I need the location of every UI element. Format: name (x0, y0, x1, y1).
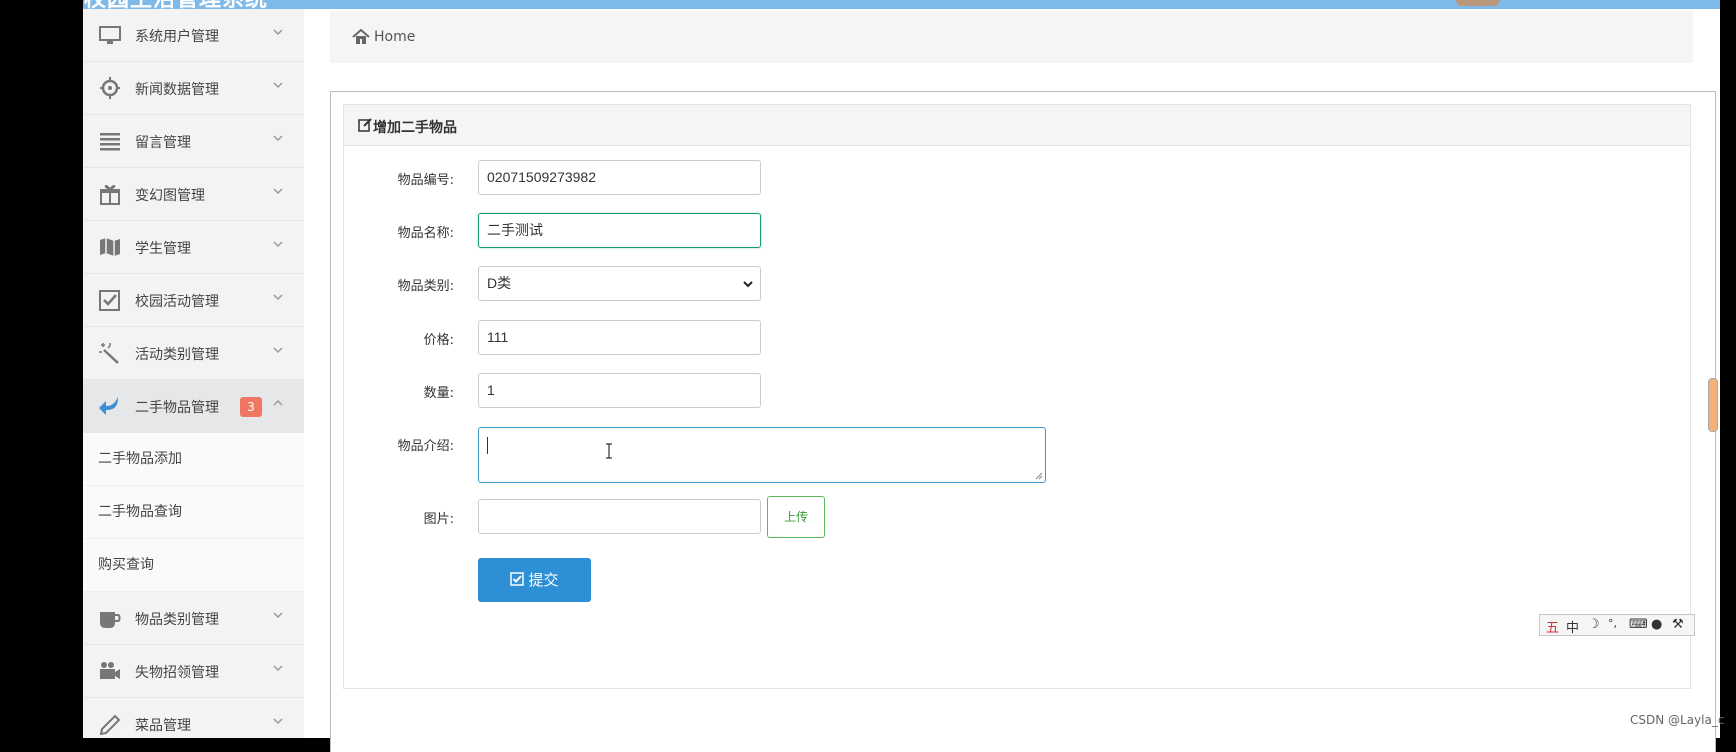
chevron-up-icon (273, 399, 283, 406)
chevron-down-icon (273, 294, 283, 301)
quantity-label: 数量: (423, 386, 454, 401)
submenu-item-purchase-query[interactable]: 购买查询 (83, 539, 304, 592)
punctuation-icon[interactable]: °, (1608, 617, 1617, 630)
submit-button[interactable]: 提交 (478, 558, 591, 602)
description-label: 物品介绍: (397, 439, 454, 454)
ime-mode-icon[interactable]: 五 (1546, 617, 1559, 636)
submit-label: 提交 (528, 571, 559, 589)
monitor-icon (99, 26, 121, 44)
description-textarea[interactable] (478, 427, 1046, 483)
home-icon (352, 29, 370, 44)
chevron-down-icon (273, 188, 283, 195)
watermark: CSDN @Layla_c (1630, 713, 1725, 727)
cup-icon (100, 612, 121, 628)
submenu-item-query[interactable]: 二手物品查询 (83, 486, 304, 539)
chevron-down-icon (743, 281, 753, 288)
sidebar-item-label: 变幻图管理 (135, 188, 205, 204)
sidebar-item-label: 学生管理 (135, 241, 191, 257)
resize-handle-icon[interactable] (1034, 471, 1043, 480)
check-square-icon (510, 572, 525, 586)
quantity-input[interactable]: 1 (478, 373, 761, 408)
panel-title: 增加二手物品 (373, 120, 457, 136)
chevron-down-icon (273, 135, 283, 142)
ibeam-cursor-icon (606, 443, 612, 459)
item-name-input[interactable]: 二手测试 (478, 213, 761, 248)
chevron-down-icon (273, 347, 283, 354)
map-icon (100, 238, 120, 256)
sidebar-item-user-management[interactable]: 系统用户管理 (83, 9, 304, 62)
main-content: Home 增加二手物品 物品编号: 02071509273982 物品名称: 二… (304, 9, 1720, 752)
ime-lang-toggle[interactable]: 中 (1566, 617, 1579, 636)
image-path-input[interactable] (478, 499, 761, 534)
sidebar-item-label: 校园活动管理 (135, 294, 219, 310)
sidebar-item-label: 物品类别管理 (135, 612, 219, 628)
price-input[interactable]: 111 (478, 320, 761, 355)
sidebar-item-label: 菜品管理 (135, 718, 191, 734)
sidebar-item-label: 系统用户管理 (135, 29, 219, 45)
sidebar-item-lost-found[interactable]: 失物招领管理 (83, 645, 304, 698)
sidebar-item-label: 二手物品管理 (135, 400, 219, 416)
sidebar-item-label: 活动类别管理 (135, 347, 219, 363)
video-icon (100, 662, 120, 679)
sidebar: 系统用户管理 新闻数据管理 留言管理 变幻图管理 学生管理 校园活动管理 活动类… (83, 9, 304, 738)
item-code-label: 物品编号: (397, 173, 454, 188)
checkbox-icon (99, 290, 120, 311)
chevron-down-icon (273, 665, 283, 672)
avatar[interactable] (1456, 0, 1500, 6)
chevron-down-icon (273, 82, 283, 89)
chevron-down-icon (273, 718, 283, 725)
sidebar-item-messages[interactable]: 留言管理 (83, 115, 304, 168)
text-caret (487, 437, 488, 454)
crosshair-icon (100, 77, 120, 99)
upload-button[interactable]: 上传 (767, 496, 825, 538)
item-category-value: D类 (487, 275, 512, 291)
breadcrumb: Home (330, 11, 1693, 63)
image-label: 图片: (423, 512, 454, 527)
sidebar-item-activity-category[interactable]: 活动类别管理 (83, 327, 304, 380)
pencil-icon (99, 714, 121, 735)
item-name-label: 物品名称: (397, 226, 454, 241)
sidebar-item-activities[interactable]: 校园活动管理 (83, 274, 304, 327)
sidebar-item-item-category[interactable]: 物品类别管理 (83, 592, 304, 645)
sidebar-item-carousel[interactable]: 变幻图管理 (83, 168, 304, 221)
panel-header: 增加二手物品 (344, 105, 1690, 146)
item-category-label: 物品类别: (397, 279, 454, 294)
user-icon[interactable]: ● (1651, 617, 1662, 632)
submenu-item-add[interactable]: 二手物品添加 (83, 433, 304, 486)
chevron-down-icon (273, 241, 283, 248)
chevron-down-icon (273, 612, 283, 619)
wrench-icon[interactable]: ⚒ (1672, 617, 1684, 632)
secondhand-submenu: 二手物品添加 二手物品查询 购买查询 (83, 433, 304, 592)
moon-icon[interactable]: ☽ (1588, 617, 1600, 632)
sidebar-item-secondhand[interactable]: 二手物品管理 3 (83, 380, 304, 433)
content-frame: 增加二手物品 物品编号: 02071509273982 物品名称: 二手测试 物… (330, 91, 1716, 752)
list-icon (100, 133, 120, 151)
sidebar-item-label: 新闻数据管理 (135, 82, 219, 98)
add-item-panel: 增加二手物品 物品编号: 02071509273982 物品名称: 二手测试 物… (343, 104, 1691, 689)
item-category-select[interactable]: D类 (478, 266, 761, 301)
chevron-down-icon (273, 29, 283, 36)
breadcrumb-home[interactable]: Home (374, 29, 415, 45)
sidebar-item-label: 留言管理 (135, 135, 191, 151)
count-badge: 3 (240, 397, 262, 417)
price-label: 价格: (423, 333, 454, 348)
item-code-input[interactable]: 02071509273982 (478, 160, 761, 195)
keyboard-icon[interactable]: ⌨ (1629, 617, 1648, 632)
scrollbar-thumb[interactable] (1708, 378, 1718, 432)
sidebar-item-dishes[interactable]: 菜品管理 (83, 698, 304, 738)
sidebar-item-label: 失物招领管理 (135, 665, 219, 681)
reply-arrow-icon (99, 397, 118, 415)
magic-wand-icon (99, 343, 119, 364)
edit-icon (358, 118, 372, 132)
sidebar-item-students[interactable]: 学生管理 (83, 221, 304, 274)
sidebar-item-news[interactable]: 新闻数据管理 (83, 62, 304, 115)
gift-icon (100, 185, 120, 205)
ime-toolbar[interactable]: 五 中 ☽ °, ⌨ ● ⚒ (1539, 614, 1695, 636)
